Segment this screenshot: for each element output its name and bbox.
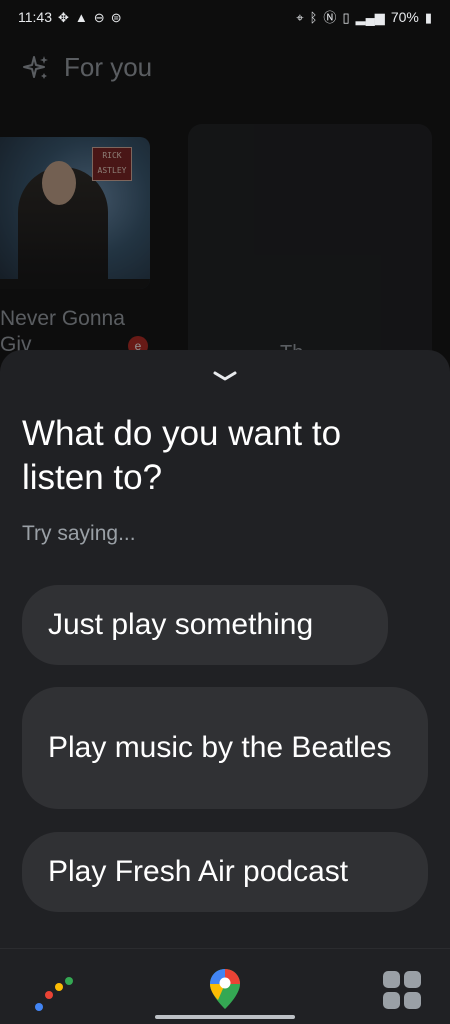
slack-icon: ✥ [58, 9, 69, 25]
app-grid-icon[interactable] [383, 971, 421, 1009]
vibrate-icon: ▯ [342, 9, 350, 25]
location-icon: ⌖ [296, 9, 304, 25]
suggestion-chip-beatles[interactable]: Play music by the Beatles [22, 687, 428, 809]
chevron-down-icon [213, 371, 237, 381]
album-strip [0, 279, 150, 289]
status-right: ⌖ ᛒ Ⓝ ▯ ▂▄▆ 70% ▮ [296, 9, 432, 25]
album-art[interactable]: RICK ASTLEY [0, 137, 150, 289]
home-indicator[interactable] [155, 1015, 295, 1019]
steering-icon: ⊜ [110, 9, 122, 25]
battery-icon: ▮ [424, 9, 432, 25]
album-face [42, 161, 76, 205]
google-assistant-dots-icon[interactable] [33, 973, 77, 1013]
bottom-nav-bar [0, 948, 450, 1024]
for-you-title: For you [64, 52, 153, 82]
grid-square [404, 971, 421, 988]
status-left: 11:43 ✥ ▲ ⊖ ⊜ [18, 9, 122, 25]
status-time: 11:43 [18, 9, 52, 25]
grid-square [383, 971, 400, 988]
grid-square [404, 992, 421, 1009]
navigation-icon: ▲ [74, 9, 88, 25]
for-you-header: For you [22, 52, 152, 83]
collapse-button[interactable] [205, 364, 245, 388]
minus-circle-icon: ⊖ [93, 9, 105, 25]
album-badge: RICK ASTLEY [92, 147, 132, 181]
suggestion-chip-fresh-air[interactable]: Play Fresh Air podcast [22, 832, 428, 912]
4g-signal-icon: ▂▄▆ [355, 9, 385, 25]
grid-square [383, 992, 400, 1009]
bluetooth-icon: ᛒ [309, 9, 318, 25]
battery-percent: 70% [390, 9, 419, 25]
sheet-subheading: Try saying... [22, 522, 136, 545]
status-bar: 11:43 ✥ ▲ ⊖ ⊜ ⌖ ᛒ Ⓝ ▯ ▂▄▆ 70% ▮ [0, 0, 450, 34]
sparkle-icon [23, 55, 48, 79]
sheet-heading: What do you want to listen to? [22, 414, 342, 497]
google-maps-icon[interactable] [208, 967, 242, 1011]
suggestion-chip-just-play[interactable]: Just play something [22, 585, 388, 665]
nfc-icon: Ⓝ [323, 9, 337, 25]
suggestion-sheet: What do you want to listen to? Try sayin… [0, 350, 450, 950]
